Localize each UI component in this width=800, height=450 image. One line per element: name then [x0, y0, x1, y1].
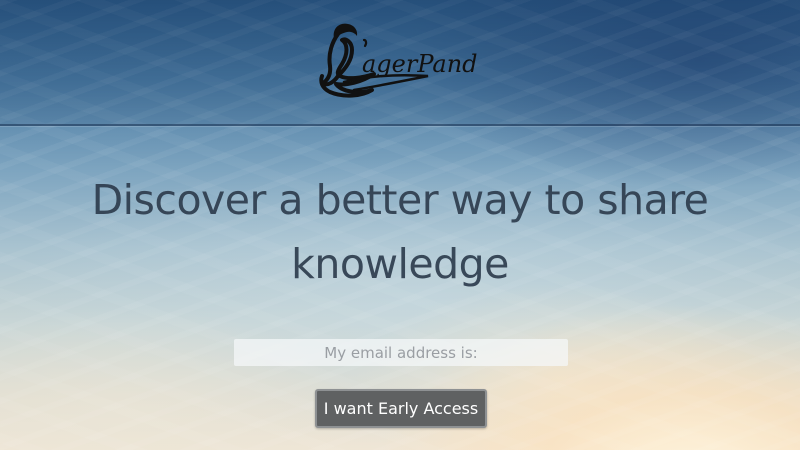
- headline-line-1: Discover a better way to share: [91, 176, 709, 224]
- headline-line-2: knowledge: [291, 240, 509, 288]
- hero-headline: Discover a better way to share knowledge: [0, 168, 800, 296]
- header-bar: agerPanda: [0, 0, 800, 126]
- early-access-button[interactable]: I want Early Access: [315, 389, 487, 428]
- email-input[interactable]: [234, 339, 568, 366]
- panda-ear-logo-icon: agerPanda: [319, 23, 478, 98]
- logo-wordmark: agerPanda: [362, 50, 478, 78]
- brand-logo[interactable]: agerPanda: [318, 20, 478, 98]
